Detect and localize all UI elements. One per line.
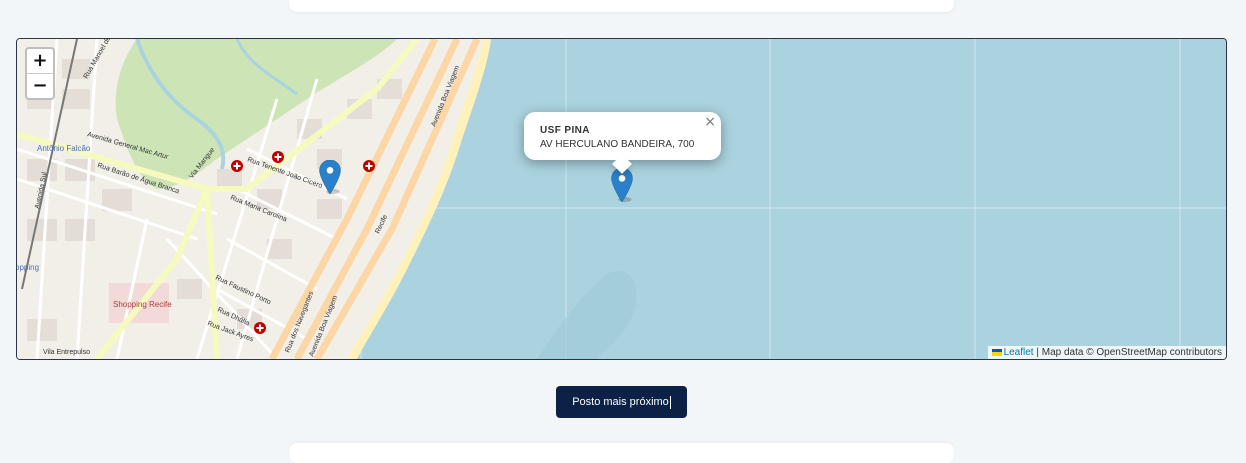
nearest-unit-button[interactable]: Posto mais próximo <box>556 386 687 418</box>
bottom-card <box>289 443 954 463</box>
user-location-marker[interactable] <box>319 160 341 194</box>
map[interactable]: Avenida General Mac Artur Rua Barão de Á… <box>16 38 1227 360</box>
zoom-in-button[interactable]: + <box>27 49 53 73</box>
zoom-out-button[interactable]: − <box>27 73 53 98</box>
nearest-unit-button-label: Posto mais próximo <box>572 396 669 408</box>
street-label: Vila Entrepulso <box>43 349 90 356</box>
popup-close-button[interactable]: × <box>704 114 716 130</box>
text-cursor <box>669 395 671 409</box>
place-label: Antônio Falcão <box>37 144 91 153</box>
popup-unit-name: USF PINA <box>540 125 590 136</box>
zoom-control: + − <box>25 47 55 100</box>
leaflet-link[interactable]: Leaflet <box>1004 347 1034 358</box>
popup-content: USF PINA AV HERCULANO BANDEIRA, 700 <box>540 124 694 152</box>
attribution-separator: | <box>1033 347 1042 358</box>
hospital-icon <box>363 160 375 172</box>
popup-unit-address: AV HERCULANO BANDEIRA, 700 <box>540 139 695 150</box>
ukraine-flag-icon <box>991 348 1002 356</box>
map-attribution: Leaflet | Map data © OpenStreetMap contr… <box>987 346 1226 359</box>
hospital-icon <box>272 151 284 163</box>
top-card <box>289 0 954 12</box>
place-label: opping <box>17 263 39 272</box>
hospital-icon <box>254 322 266 334</box>
marker-popup: × USF PINA AV HERCULANO BANDEIRA, 700 <box>524 112 721 174</box>
place-label: Shopping Recife <box>113 300 172 309</box>
hospital-icon <box>231 160 243 172</box>
attribution-text: Map data © OpenStreetMap contributors <box>1041 347 1222 358</box>
